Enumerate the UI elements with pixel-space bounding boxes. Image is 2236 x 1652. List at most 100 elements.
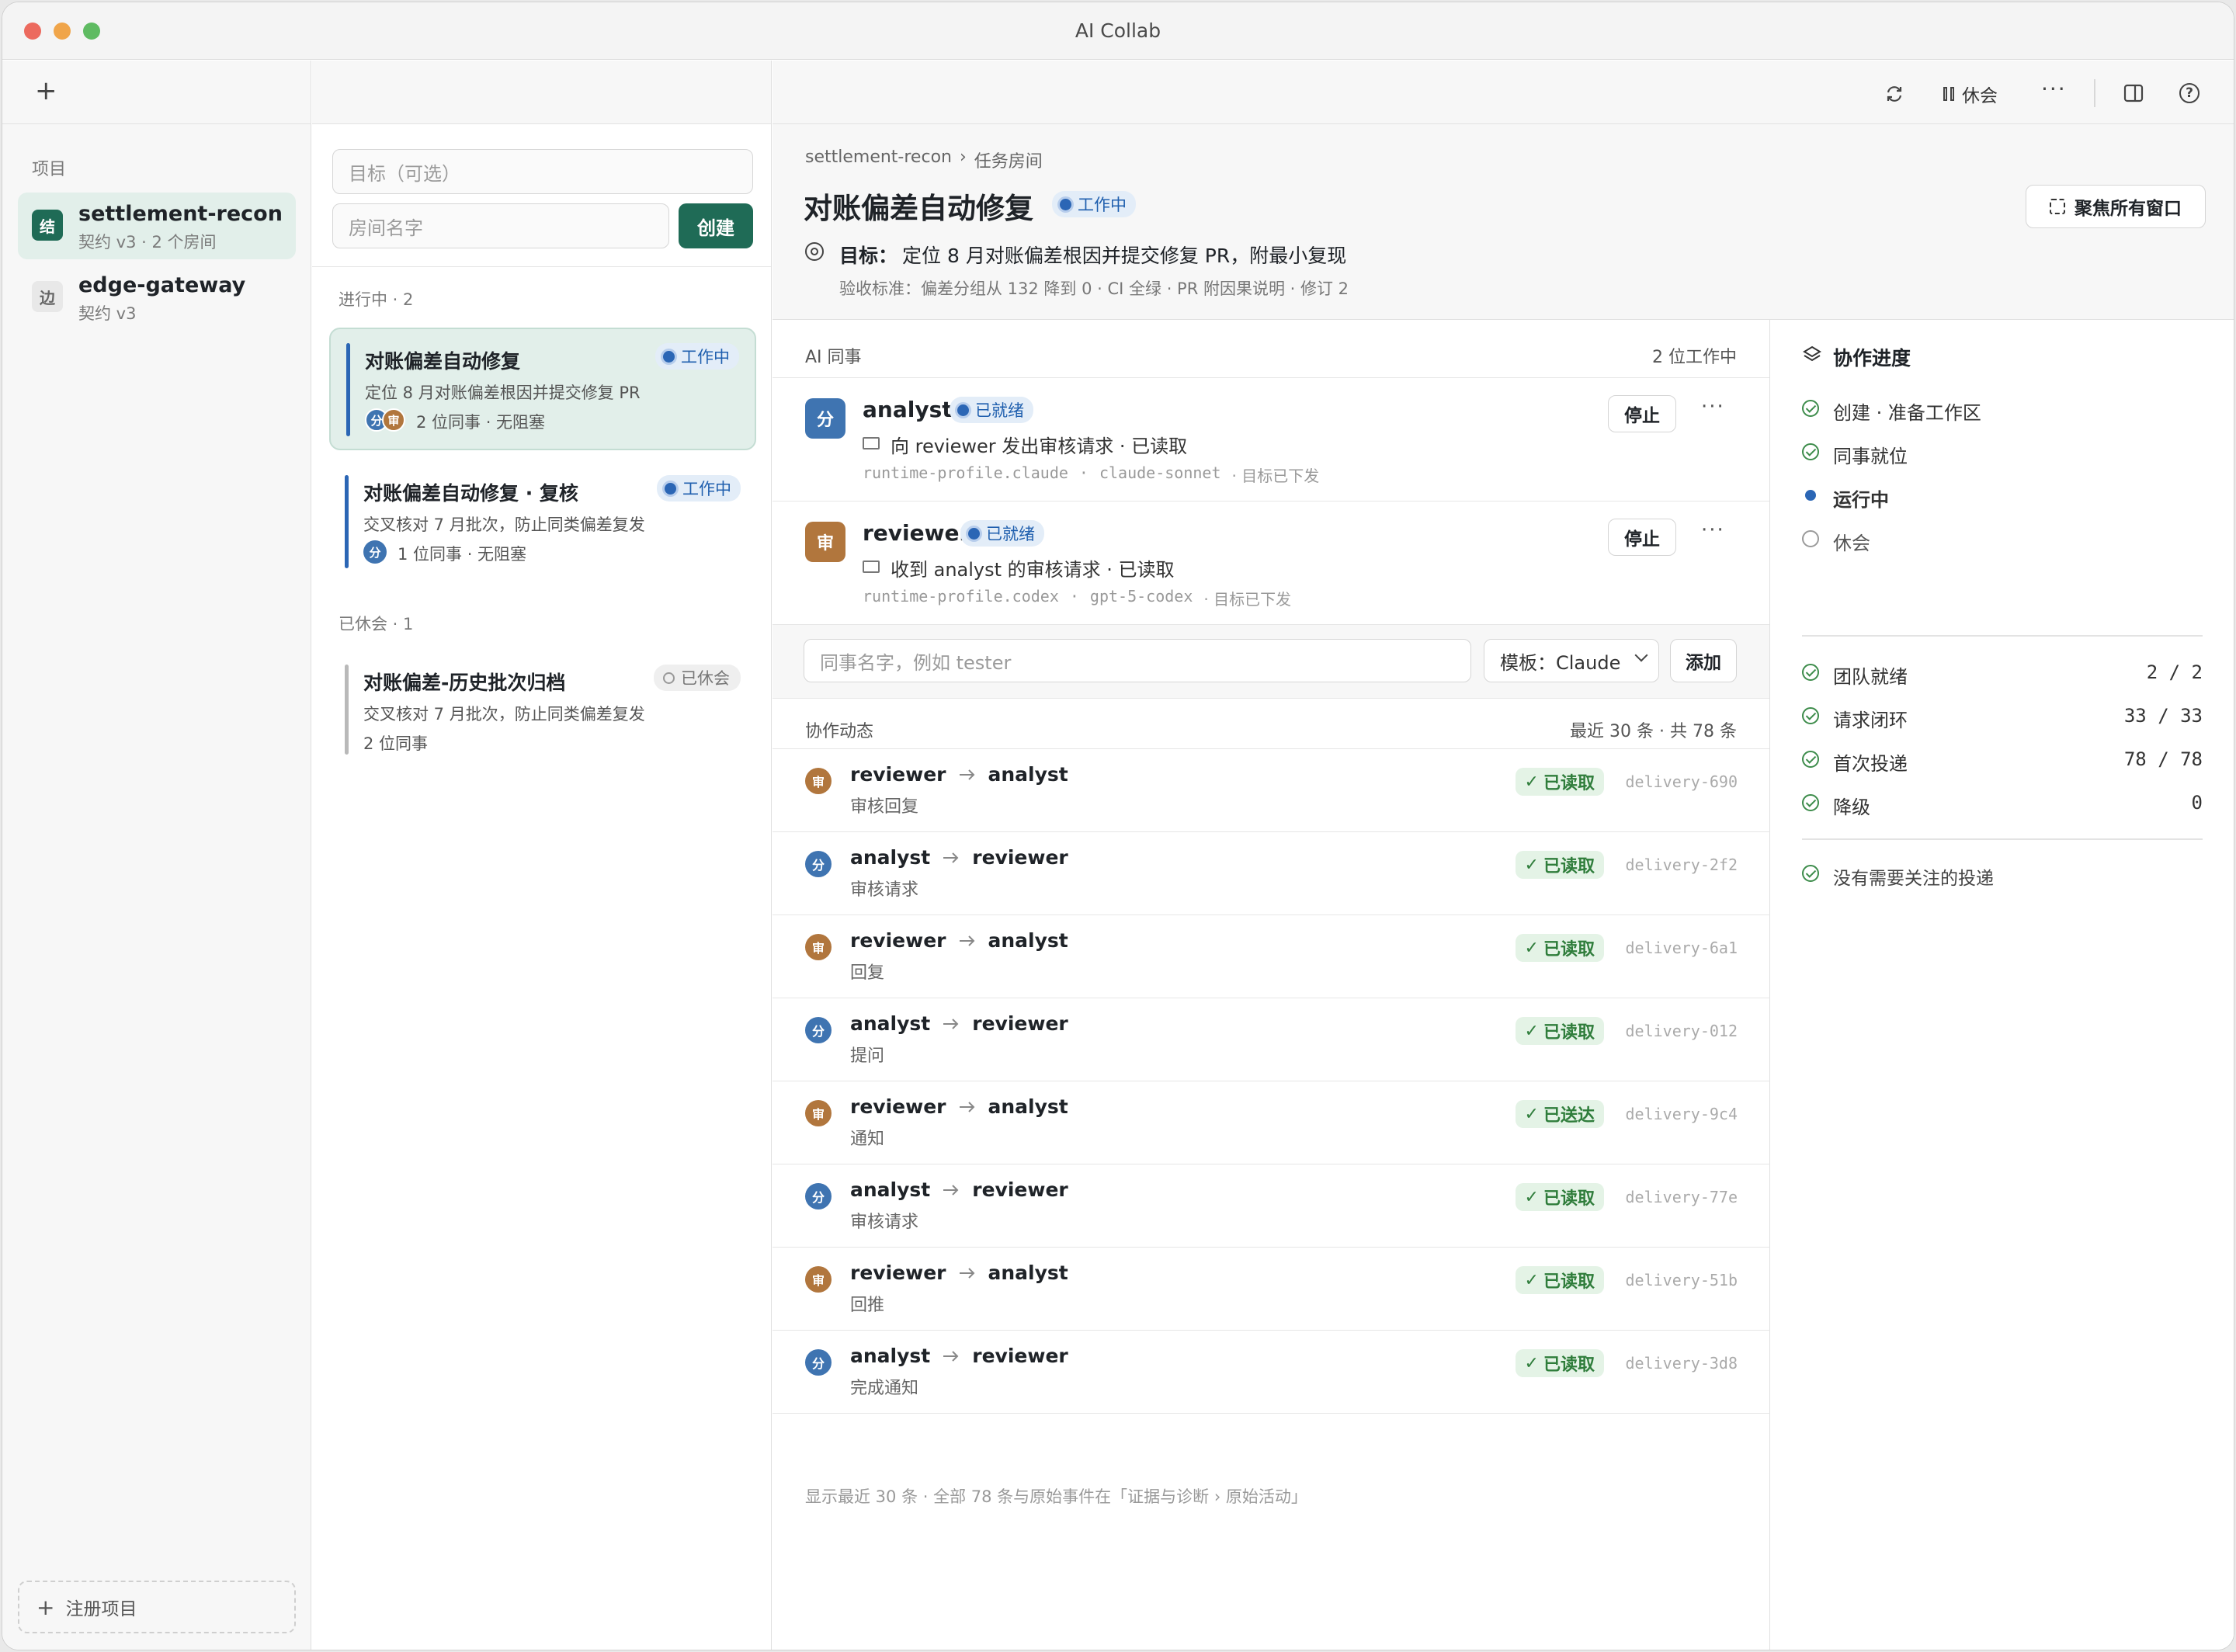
activity-route: reviewer analyst bbox=[850, 1095, 1068, 1118]
delivery-id: delivery-6a1 bbox=[1625, 939, 1738, 957]
check-icon: ✓ bbox=[1524, 1270, 1539, 1290]
goal-label: 目标： bbox=[839, 245, 898, 267]
activity-kind: 提问 bbox=[850, 1046, 885, 1066]
more-icon[interactable]: ··· bbox=[1701, 519, 1725, 542]
colleague-avatar: 分 bbox=[363, 540, 387, 564]
room-list-panel: 目标（可选） 房间名字 创建 进行中 · 2 对账偏差自动修复 工作中 定位 8… bbox=[312, 61, 772, 1650]
activity-route: reviewer analyst bbox=[850, 763, 1068, 786]
stop-colleague-button[interactable]: 停止 bbox=[1608, 395, 1676, 432]
check-circle-icon bbox=[1802, 400, 1819, 417]
status-dot-icon bbox=[665, 482, 676, 495]
arrow-right-icon bbox=[943, 1018, 959, 1029]
focus-windows-label: 聚焦所有窗口 bbox=[2075, 199, 2182, 219]
activity-footer: 显示最近 30 条 · 全部 78 条与原始事件在「证据与诊断 › 原始活动」 bbox=[805, 1487, 1307, 1506]
runtime-model: gpt-5-codex bbox=[1089, 587, 1193, 606]
metric-value: 33 / 33 bbox=[2123, 705, 2203, 727]
colleague-status-text: 已就绪 bbox=[986, 525, 1035, 543]
register-project-label: 注册项目 bbox=[65, 1599, 137, 1619]
activity-from: analyst bbox=[850, 1012, 931, 1035]
activity-to: reviewer bbox=[972, 1178, 1068, 1201]
progress-step-label: 运行中 bbox=[1833, 489, 1889, 511]
activity-row[interactable]: 审 reviewer analyst 回复 ✓ 已读取 delivery-6a1 bbox=[773, 915, 1770, 998]
metric-value: 0 bbox=[2191, 792, 2203, 814]
stop-colleague-button[interactable]: 停止 bbox=[1608, 519, 1676, 556]
activity-kind: 完成通知 bbox=[850, 1379, 919, 1398]
paused-rooms-header: 已休会 · 1 bbox=[339, 615, 414, 633]
goal-input[interactable]: 目标（可选） bbox=[332, 149, 753, 194]
activity-row[interactable]: 审 reviewer analyst 回推 ✓ 已读取 delivery-51b bbox=[773, 1248, 1770, 1331]
refresh-icon[interactable] bbox=[1884, 84, 1904, 104]
arrow-right-icon bbox=[959, 769, 974, 780]
help-icon[interactable]: ? bbox=[2179, 83, 2200, 103]
project-meta: 契约 v3 bbox=[78, 304, 137, 323]
pause-button[interactable]: 休会 bbox=[1943, 81, 1998, 107]
focus-windows-button[interactable]: 聚焦所有窗口 bbox=[2026, 185, 2206, 228]
status-dot-icon bbox=[968, 527, 980, 540]
project-name: edge-gateway bbox=[78, 273, 246, 297]
goal-line: 目标： 定位 8 月对账偏差根因并提交修复 PR，附最小复现 bbox=[839, 241, 1346, 269]
room-status-badge: 已休会 bbox=[654, 665, 741, 691]
activity-row[interactable]: 审 reviewer analyst 审核回复 ✓ 已读取 delivery-69… bbox=[773, 749, 1770, 832]
main-toolbar: 休会 ··· ? bbox=[773, 61, 2234, 124]
room-accent-bar bbox=[346, 343, 350, 436]
room-header: settlement-recon › 任务房间 对账偏差自动修复 工作中 聚焦所… bbox=[773, 124, 2234, 320]
more-icon[interactable]: ··· bbox=[2041, 76, 2067, 102]
room-item-selected[interactable]: 对账偏差自动修复 工作中 定位 8 月对账偏差根因并提交修复 PR 分 审 2 … bbox=[329, 328, 756, 450]
toolbar-divider bbox=[2094, 79, 2095, 107]
pause-label: 休会 bbox=[1962, 86, 1998, 106]
activity-row[interactable]: 分 analyst reviewer 提问 ✓ 已读取 delivery-012 bbox=[773, 998, 1770, 1081]
create-room-button[interactable]: 创建 bbox=[679, 203, 753, 248]
colleague-last-message: 收到 analyst 的审核请求 · 已读取 bbox=[891, 559, 1175, 581]
project-item-settlement-recon[interactable]: 结 settlement-recon 契约 v3 · 2 个房间 bbox=[18, 193, 296, 259]
add-colleague-button[interactable]: 添加 bbox=[1670, 639, 1737, 682]
activity-from: analyst bbox=[850, 1178, 931, 1201]
status-dot-icon bbox=[663, 350, 675, 363]
breadcrumb-project[interactable]: settlement-recon bbox=[805, 148, 952, 172]
register-project-button[interactable]: + 注册项目 bbox=[18, 1581, 296, 1633]
activity-to: analyst bbox=[988, 1095, 1068, 1118]
status-dot-icon bbox=[957, 404, 969, 416]
activity-status-text: 已读取 bbox=[1543, 774, 1595, 793]
delivery-id: delivery-012 bbox=[1625, 1022, 1738, 1040]
pause-icon bbox=[1943, 87, 1954, 101]
activity-row[interactable]: 分 analyst reviewer 审核请求 ✓ 已读取 delivery-77… bbox=[773, 1164, 1770, 1248]
metric-label: 降级 bbox=[1833, 796, 1870, 818]
room-status-text: 工作中 bbox=[682, 480, 731, 498]
sidebar-toggle-icon[interactable] bbox=[2123, 84, 2144, 102]
room-item[interactable]: 对账偏差自动修复 · 复核 工作中 交叉核对 7 月批次，防止同类偏差复发 分 … bbox=[329, 461, 756, 584]
project-item-edge-gateway[interactable]: 边 edge-gateway 契约 v3 bbox=[18, 264, 296, 331]
activity-status-text: 已读取 bbox=[1543, 1189, 1595, 1209]
more-icon[interactable]: ··· bbox=[1701, 395, 1725, 418]
activity-kind: 回复 bbox=[850, 963, 885, 983]
room-title: 对账偏差-历史批次归档 bbox=[363, 672, 566, 694]
room-meta: 2 位同事 · 无阻塞 bbox=[416, 413, 546, 432]
runtime-note: · 目标已下发 bbox=[1231, 467, 1320, 485]
room-item-paused[interactable]: 对账偏差-历史批次归档 已休会 交叉核对 7 月批次，防止同类偏差复发 2 位同… bbox=[329, 651, 756, 767]
check-circle-icon bbox=[1802, 794, 1819, 811]
room-list-toolbar bbox=[312, 61, 771, 124]
activity-kind: 回推 bbox=[850, 1296, 885, 1315]
progress-header: 协作进度 bbox=[1833, 347, 1911, 370]
activity-row[interactable]: 分 analyst reviewer 审核请求 ✓ 已读取 delivery-2f… bbox=[773, 832, 1770, 915]
delivery-id: delivery-2f2 bbox=[1625, 856, 1738, 874]
runtime-model: claude-sonnet bbox=[1099, 463, 1221, 482]
activity-kind: 审核回复 bbox=[850, 797, 919, 817]
target-icon bbox=[805, 242, 824, 261]
check-icon: ✓ bbox=[1524, 1353, 1539, 1373]
activity-row[interactable]: 审 reviewer analyst 通知 ✓ 已送达 delivery-9c4 bbox=[773, 1081, 1770, 1164]
activity-status-text: 已读取 bbox=[1543, 857, 1595, 876]
activity-status-text: 已送达 bbox=[1543, 1106, 1595, 1126]
room-meta: 2 位同事 bbox=[363, 734, 429, 753]
colleague-name-input[interactable]: 同事名字，例如 tester bbox=[804, 639, 1471, 682]
colleague-card-reviewer: 审 reviewer 已就绪 停止 ··· 收到 analyst 的审核请求 ·… bbox=[773, 502, 1769, 624]
delivery-id: delivery-3d8 bbox=[1625, 1354, 1738, 1373]
arrow-right-icon bbox=[943, 852, 959, 863]
room-name-input[interactable]: 房间名字 bbox=[332, 203, 669, 248]
room-accent-bar bbox=[345, 665, 349, 755]
divider bbox=[312, 266, 771, 267]
add-icon[interactable]: + bbox=[35, 78, 57, 104]
activity-row[interactable]: 分 analyst reviewer 完成通知 ✓ 已读取 delivery-3d… bbox=[773, 1331, 1770, 1414]
template-select[interactable]: 模板：Claude bbox=[1484, 639, 1659, 682]
project-sidebar: + 项目 结 settlement-recon 契约 v3 · 2 个房间 边 … bbox=[2, 61, 311, 1650]
arrow-right-icon bbox=[959, 1267, 974, 1279]
